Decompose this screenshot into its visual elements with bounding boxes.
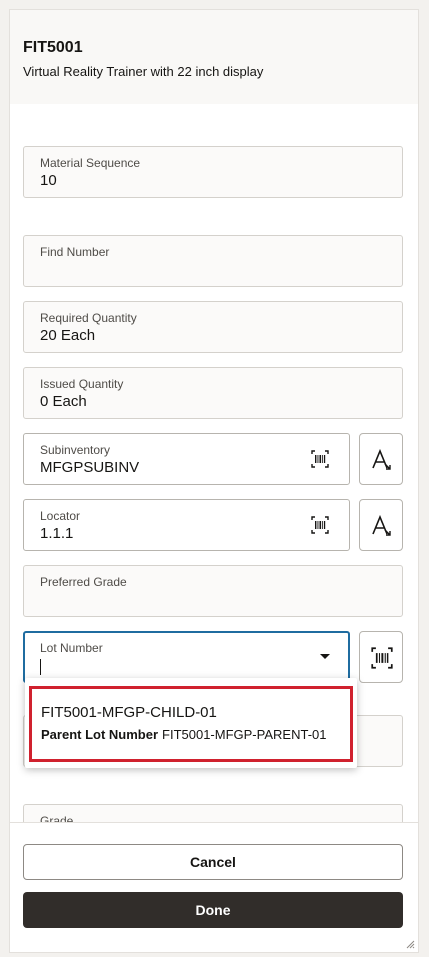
field-label: Subinventory — [40, 443, 111, 457]
resize-handle-icon[interactable] — [405, 939, 415, 949]
material-sequence-field: Material Sequence 10 — [23, 146, 403, 198]
field-value: 0 Each — [40, 393, 87, 410]
panel-header: FIT5001 Virtual Reality Trainer with 22 … — [10, 10, 418, 104]
field-label: Lot Number — [40, 641, 103, 655]
drawer-panel: FIT5001 Virtual Reality Trainer with 22 … — [9, 9, 419, 953]
chevron-down-icon[interactable] — [320, 654, 330, 659]
required-quantity-field: Required Quantity 20 Each — [23, 301, 403, 353]
find-number-field: Find Number — [23, 235, 403, 287]
locator-action-button[interactable] — [359, 499, 403, 551]
field-label: Find Number — [40, 245, 110, 259]
field-label: Preferred Grade — [40, 575, 127, 589]
text-action-icon — [372, 515, 391, 536]
cancel-button[interactable]: Cancel — [23, 844, 403, 880]
lot-number-dropdown: FIT5001-MFGP-CHILD-01 Parent Lot Number F… — [25, 678, 357, 768]
barcode-scan-icon[interactable] — [311, 450, 329, 468]
lot-scan-button[interactable] — [359, 631, 403, 683]
parent-lot-label: Parent Lot Number — [41, 727, 159, 742]
field-label: Grade — [40, 814, 74, 822]
field-value: 20 Each — [40, 327, 96, 344]
done-button[interactable]: Done — [23, 892, 403, 928]
field-label: Required Quantity — [40, 311, 137, 325]
preferred-grade-field: Preferred Grade — [23, 565, 403, 617]
subinventory-action-button[interactable] — [359, 433, 403, 485]
field-label: Material Sequence — [40, 156, 141, 170]
text-cursor — [40, 659, 41, 675]
locator-input[interactable]: Locator 1.1.1 — [23, 499, 350, 551]
grade-field: Grade — [23, 804, 403, 822]
item-description: Virtual Reality Trainer with 22 inch dis… — [23, 64, 264, 79]
text-action-icon — [372, 449, 391, 470]
field-value: 10 — [40, 172, 57, 189]
parent-lot-value: FIT5001-MFGP-PARENT-01 — [162, 727, 327, 742]
lot-option-parent: Parent Lot Number FIT5001-MFGP-PARENT-01 — [41, 727, 326, 742]
lot-option-value: FIT5001-MFGP-CHILD-01 — [41, 704, 217, 721]
field-label: Locator — [40, 509, 81, 523]
field-value: 1.1.1 — [40, 525, 74, 542]
lot-option[interactable]: FIT5001-MFGP-CHILD-01 Parent Lot Number F… — [29, 686, 353, 762]
item-title: FIT5001 — [23, 39, 83, 56]
panel-footer: Cancel Done — [10, 822, 418, 952]
barcode-scan-icon — [371, 647, 393, 669]
lot-number-select[interactable]: Lot Number — [23, 631, 350, 683]
field-label: Issued Quantity — [40, 377, 124, 391]
issued-quantity-field: Issued Quantity 0 Each — [23, 367, 403, 419]
barcode-scan-icon[interactable] — [311, 516, 329, 534]
field-value: MFGPSUBINV — [40, 459, 140, 476]
subinventory-input[interactable]: Subinventory MFGPSUBINV — [23, 433, 350, 485]
